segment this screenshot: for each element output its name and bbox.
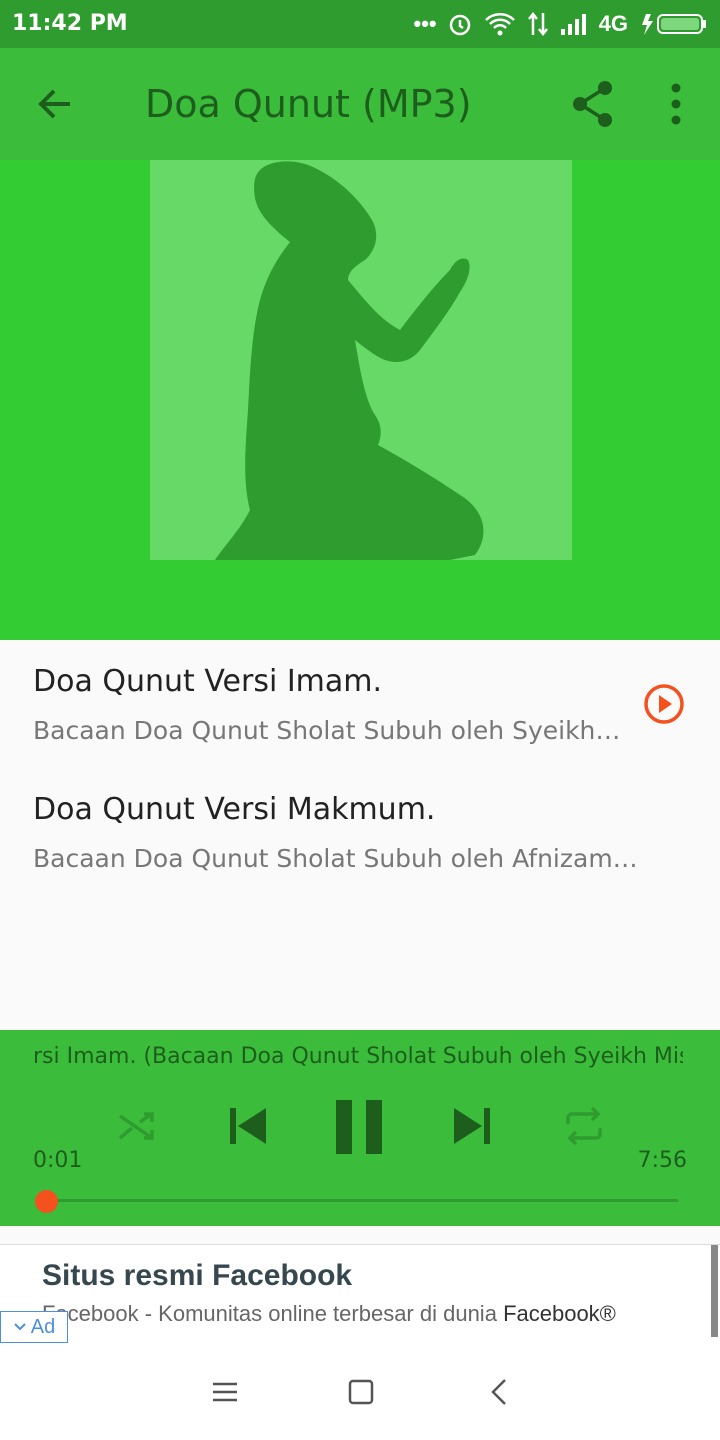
ad-badge[interactable]: Ad (0, 1311, 68, 1343)
play-circle-icon[interactable] (642, 682, 686, 726)
skip-next-icon[interactable] (450, 1104, 494, 1148)
arrow-back-icon[interactable] (30, 78, 82, 130)
chevron-down-icon (14, 1323, 26, 1331)
skip-previous-icon[interactable] (226, 1104, 270, 1148)
player-panel: rsi Imam. (Bacaan Doa Qunut Sholat Subuh… (0, 1030, 720, 1226)
ad-banner[interactable]: Situs resmi Facebook Facebook - Komunita… (0, 1244, 720, 1345)
system-nav-bar (0, 1344, 720, 1440)
wifi-icon (484, 13, 515, 36)
network-type: 4G (598, 11, 628, 36)
ad-headline[interactable]: Situs resmi Facebook (42, 1259, 352, 1293)
track-subtitle: Bacaan Doa Qunut Sholat Subuh oleh Afniz… (33, 844, 638, 873)
share-icon[interactable] (568, 76, 618, 132)
seek-bar[interactable] (45, 1199, 678, 1202)
battery-charging-icon (642, 14, 706, 35)
home-icon[interactable] (343, 1374, 379, 1410)
shuffle-icon[interactable] (116, 1106, 156, 1146)
track-item[interactable]: Doa Qunut Versi Makmum. Bacaan Doa Qunut… (0, 768, 720, 896)
repeat-icon[interactable] (562, 1106, 606, 1146)
status-icons: ••• 4G (414, 8, 708, 40)
menu-icon[interactable] (207, 1374, 243, 1410)
page-title: Doa Qunut (MP3) (145, 82, 472, 126)
scrollbar (711, 1245, 718, 1337)
more-dots-icon: ••• (413, 11, 437, 36)
status-bar: 11:42 PM ••• 4G (0, 0, 720, 48)
back-icon[interactable] (482, 1374, 518, 1410)
track-subtitle: Bacaan Doa Qunut Sholat Subuh oleh Syeik… (33, 716, 621, 745)
track-item[interactable]: Doa Qunut Versi Imam. Bacaan Doa Qunut S… (0, 640, 720, 768)
track-title: Doa Qunut Versi Makmum. (33, 792, 436, 827)
total-duration: 7:56 (637, 1148, 687, 1173)
album-art (0, 160, 720, 640)
data-transfer-icon (527, 11, 548, 37)
praying-figure-image (215, 161, 484, 560)
now-playing-text: rsi Imam. (Bacaan Doa Qunut Sholat Subuh… (33, 1044, 683, 1069)
ad-description: Facebook - Komunitas online terbesar di … (42, 1301, 616, 1326)
alarm-icon (449, 14, 470, 36)
elapsed-time: 0:01 (33, 1148, 83, 1173)
track-title: Doa Qunut Versi Imam. (33, 664, 383, 699)
ad-brand: Facebook® (503, 1301, 616, 1326)
more-vert-icon[interactable] (660, 80, 692, 128)
seek-thumb[interactable] (34, 1190, 58, 1213)
pause-icon[interactable] (332, 1098, 388, 1156)
status-time: 11:42 PM (12, 11, 128, 36)
app-bar: Doa Qunut (MP3) (0, 48, 720, 160)
signal-icon (560, 14, 586, 35)
